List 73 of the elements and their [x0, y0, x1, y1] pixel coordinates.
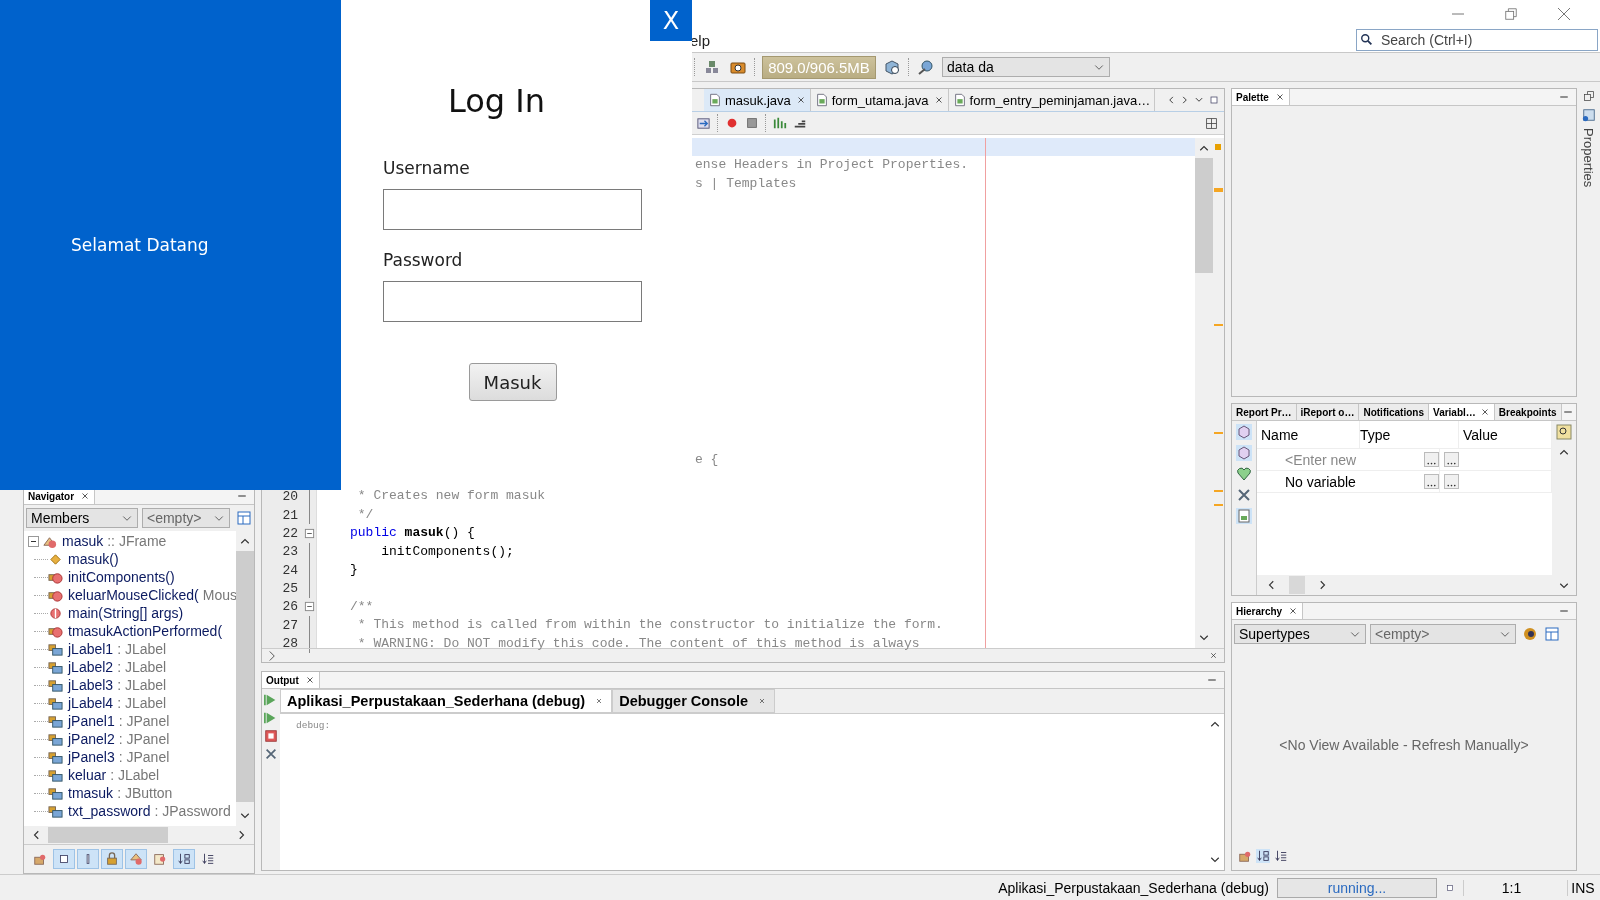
search-field[interactable]: Search (Ctrl+I)	[1356, 29, 1598, 51]
panel-tab[interactable]: Variabl…	[1429, 404, 1495, 420]
code-line: * Creates new form masuk	[356, 488, 546, 504]
tree-item[interactable]: masuk()	[68, 551, 119, 567]
console-tab[interactable]: Aplikasi_Perpustakaan_Sederhana (debug)	[280, 689, 613, 713]
code-line: * WARNING: Do NOT modify this code. The content of this method is always	[356, 635, 920, 651]
code-line: }	[350, 562, 358, 577]
column-header[interactable]: Value	[1459, 421, 1552, 448]
tree-item[interactable]: keluarMouseClicked( Mous	[68, 587, 236, 603]
tree-item[interactable]: jLabel4 : JLabel	[68, 695, 167, 711]
members-dropdown[interactable]: Members	[26, 508, 138, 528]
line-number: 22	[282, 525, 298, 541]
close-button[interactable]: X	[650, 0, 692, 41]
code-line: e {	[695, 451, 719, 467]
tree-item[interactable]: tmasuk : JButton	[68, 785, 173, 801]
field-label: Username	[383, 157, 471, 179]
tree-item[interactable]: tmasukActionPerformed(	[68, 623, 223, 639]
line-number: 28	[282, 636, 298, 652]
line-number: 25	[282, 581, 298, 597]
code-line: */	[356, 506, 374, 522]
scope-dropdown[interactable]: <empty>	[1370, 624, 1516, 644]
tree-item[interactable]: initComponents()	[68, 569, 175, 585]
welcome-text: Selamat Datang	[71, 235, 209, 255]
line-number: 23	[282, 544, 298, 560]
line-number: 21	[282, 507, 298, 523]
field-label: Password	[383, 249, 464, 271]
panel-tab[interactable]: Output	[262, 672, 320, 688]
submit-button[interactable]: Masuk	[468, 363, 557, 401]
form-title: Log In	[446, 81, 546, 121]
task-status-box: running...	[1277, 877, 1437, 898]
column-header[interactable]: Name	[1257, 421, 1360, 448]
line-number: 24	[282, 562, 298, 578]
panel-tab[interactable]: Report Pr…	[1232, 404, 1297, 420]
panel-tab[interactable]: Breakpoints	[1494, 404, 1562, 420]
console-tab[interactable]: Debugger Console	[612, 689, 776, 713]
code-line: ense Headers in Project Properties.	[695, 157, 969, 173]
panel-tab[interactable]: Hierarchy	[1232, 603, 1304, 619]
editor-tab[interactable]: masuk.java	[704, 89, 811, 111]
configuration-dropdown[interactable]: data da	[942, 57, 1110, 77]
tree-item[interactable]: keluar : JLabel	[68, 767, 160, 783]
code-line: /**	[350, 598, 374, 614]
status-text: Aplikasi_Perpustakaan_Sederhana (debug)	[998, 879, 1269, 896]
side-tab[interactable]: Properties	[1581, 128, 1596, 188]
code-line: public masuk() {	[350, 525, 475, 541]
panel-tab[interactable]: Notifications	[1359, 404, 1429, 420]
tree-item[interactable]: jPanel1 : JPanel	[68, 713, 170, 729]
tree-item[interactable]: jPanel3 : JPanel	[68, 749, 170, 765]
line-number: 20	[282, 489, 298, 505]
line-number: 27	[282, 617, 298, 633]
table-cell-text: No variable	[1284, 473, 1356, 490]
insert-mode: INS	[1567, 879, 1598, 896]
code-line: s | Templates	[695, 175, 797, 191]
scope-dropdown[interactable]: <empty>	[142, 508, 230, 528]
console-line: debug:	[296, 720, 331, 731]
tree-item[interactable]: main(String[] args)	[68, 605, 184, 621]
tree-item[interactable]: jLabel3 : JLabel	[68, 677, 167, 693]
tree-item[interactable]: jLabel1 : JLabel	[68, 641, 167, 657]
caret-position: 1:1	[1463, 879, 1559, 896]
editor-tab[interactable]: form_utama.java	[810, 89, 949, 111]
table-cell-text: <Enter new	[1284, 451, 1357, 468]
column-header[interactable]: Type	[1360, 421, 1459, 448]
tree-item[interactable]: masuk :: JFrame	[62, 533, 167, 549]
code-line: * This method is called from within the constructor to initialize the form.	[356, 617, 943, 633]
tree-item[interactable]: jPanel2 : JPanel	[68, 731, 170, 747]
tree-item[interactable]: jLabel2 : JLabel	[68, 659, 167, 675]
panel-tab[interactable]: iReport o…	[1296, 404, 1360, 420]
code-line: initComponents();	[380, 543, 514, 559]
empty-message: <No View Available - Refresh Manually>	[1279, 737, 1529, 753]
editor-tab[interactable]: form_entry_peminjaman.java…	[948, 89, 1156, 111]
line-number: 26	[282, 599, 298, 615]
panel-tab[interactable]: Palette	[1232, 89, 1290, 105]
tree-item[interactable]: txt_password : JPassword	[68, 803, 231, 819]
mode-dropdown[interactable]: Supertypes	[1234, 624, 1366, 644]
